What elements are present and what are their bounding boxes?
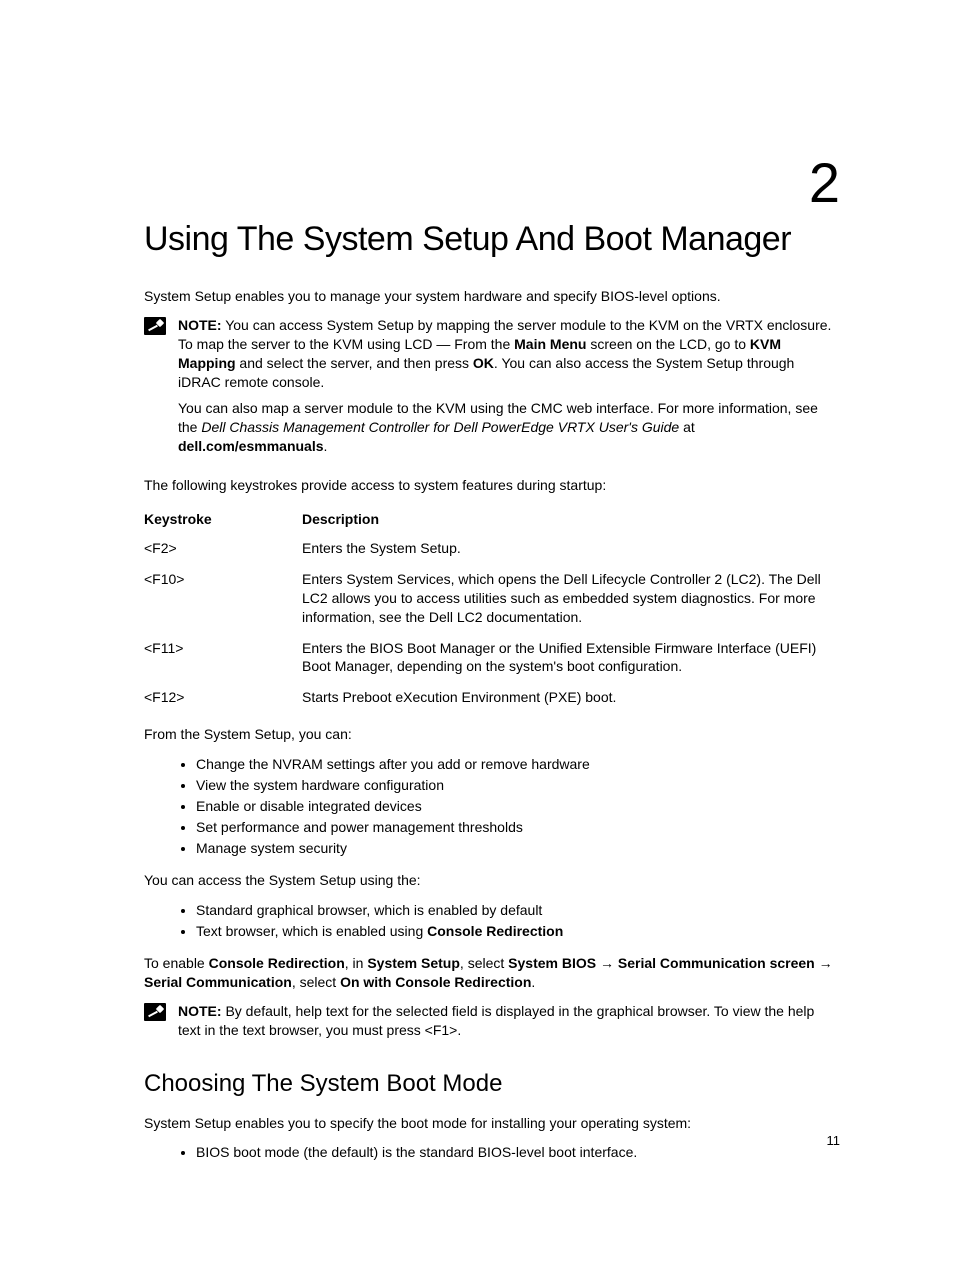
note-icon: [144, 317, 166, 335]
access-methods-list: Standard graphical browser, which is ena…: [144, 900, 840, 942]
note-label: NOTE:: [178, 317, 222, 333]
arrow: →: [596, 955, 618, 971]
th-keystroke: Keystroke: [144, 505, 302, 533]
cell-key: <F10>: [144, 564, 302, 633]
cell-desc: Starts Preboot eXecution Environment (PX…: [302, 682, 840, 713]
table-row: <F11> Enters the BIOS Boot Manager or th…: [144, 633, 840, 683]
t: , select: [460, 955, 508, 971]
console-redirection-bold: Console Redirection: [209, 955, 345, 971]
system-setup-bold: System Setup: [367, 955, 460, 971]
on-with-bold: On with Console Redirection: [340, 974, 531, 990]
bootmode-intro: System Setup enables you to specify the …: [144, 1114, 840, 1133]
page-title: Using The System Setup And Boot Manager: [144, 220, 840, 259]
note1-text-c: and select the server, and then press: [236, 355, 473, 371]
system-bios-bold: System BIOS: [508, 955, 596, 971]
esm-url: dell.com/esmmanuals: [178, 438, 324, 454]
list-item: View the system hardware configuration: [196, 775, 840, 796]
cell-key: <F11>: [144, 633, 302, 683]
from-setup-para: From the System Setup, you can:: [144, 725, 840, 744]
setup-capabilities-list: Change the NVRAM settings after you add …: [144, 754, 840, 859]
document-page: 2 Using The System Setup And Boot Manage…: [0, 0, 954, 1268]
note-block-2: NOTE: By default, help text for the sele…: [144, 1002, 840, 1048]
boot-mode-list: BIOS boot mode (the default) is the stan…: [144, 1142, 840, 1163]
keystrokes-intro: The following keystrokes provide access …: [144, 476, 840, 495]
list-item: Set performance and power management thr…: [196, 817, 840, 838]
table-row: <F2> Enters the System Setup.: [144, 533, 840, 564]
t: .: [531, 974, 535, 990]
section-heading-boot-mode: Choosing The System Boot Mode: [144, 1070, 840, 1098]
note2-para: NOTE: By default, help text for the sele…: [178, 1002, 840, 1040]
serial-screen-bold: Serial Communication screen: [618, 955, 815, 971]
note2-text: By default, help text for the selected f…: [178, 1003, 814, 1038]
cell-key: <F12>: [144, 682, 302, 713]
note1-para2: You can also map a server module to the …: [178, 399, 840, 456]
chapter-number: 2: [809, 150, 840, 215]
note1-para1: NOTE: You can access System Setup by map…: [178, 316, 840, 392]
note-body: NOTE: By default, help text for the sele…: [178, 1002, 840, 1048]
table-row: <F12> Starts Preboot eXecution Environme…: [144, 682, 840, 713]
t: To enable: [144, 955, 209, 971]
ok-label: OK: [473, 355, 494, 371]
access-setup-para: You can access the System Setup using th…: [144, 871, 840, 890]
page-number: 11: [827, 1133, 841, 1148]
table-header-row: Keystroke Description: [144, 505, 840, 533]
access-b2-a: Text browser, which is enabled using: [196, 923, 427, 939]
serial-comm-bold: Serial Communication: [144, 974, 292, 990]
list-item: Enable or disable integrated devices: [196, 796, 840, 817]
table-row: <F10> Enters System Services, which open…: [144, 564, 840, 633]
note-block-1: NOTE: You can access System Setup by map…: [144, 316, 840, 464]
note-icon: [144, 1003, 166, 1021]
note1-text-b: screen on the LCD, go to: [586, 336, 749, 352]
doc-title-italic: Dell Chassis Management Controller for D…: [201, 419, 679, 435]
note-label: NOTE:: [178, 1003, 222, 1019]
list-item: Change the NVRAM settings after you add …: [196, 754, 840, 775]
console-redir-bold: Console Redirection: [427, 923, 563, 939]
list-item: Standard graphical browser, which is ena…: [196, 900, 840, 921]
cell-key: <F2>: [144, 533, 302, 564]
cell-desc: Enters System Services, which opens the …: [302, 564, 840, 633]
arrow: →: [815, 955, 833, 971]
th-description: Description: [302, 505, 840, 533]
main-menu-label: Main Menu: [514, 336, 586, 352]
enable-console-para: To enable Console Redirection, in System…: [144, 954, 840, 992]
keystroke-table: Keystroke Description <F2> Enters the Sy…: [144, 505, 840, 713]
list-item: Manage system security: [196, 838, 840, 859]
list-item: Text browser, which is enabled using Con…: [196, 921, 840, 942]
intro-paragraph: System Setup enables you to manage your …: [144, 287, 840, 306]
t: , select: [292, 974, 340, 990]
cell-desc: Enters the System Setup.: [302, 533, 840, 564]
t: , in: [345, 955, 368, 971]
note-body: NOTE: You can access System Setup by map…: [178, 316, 840, 464]
note1-period: .: [324, 438, 328, 454]
list-item: BIOS boot mode (the default) is the stan…: [196, 1142, 840, 1163]
note1-line2b: at: [679, 419, 695, 435]
cell-desc: Enters the BIOS Boot Manager or the Unif…: [302, 633, 840, 683]
